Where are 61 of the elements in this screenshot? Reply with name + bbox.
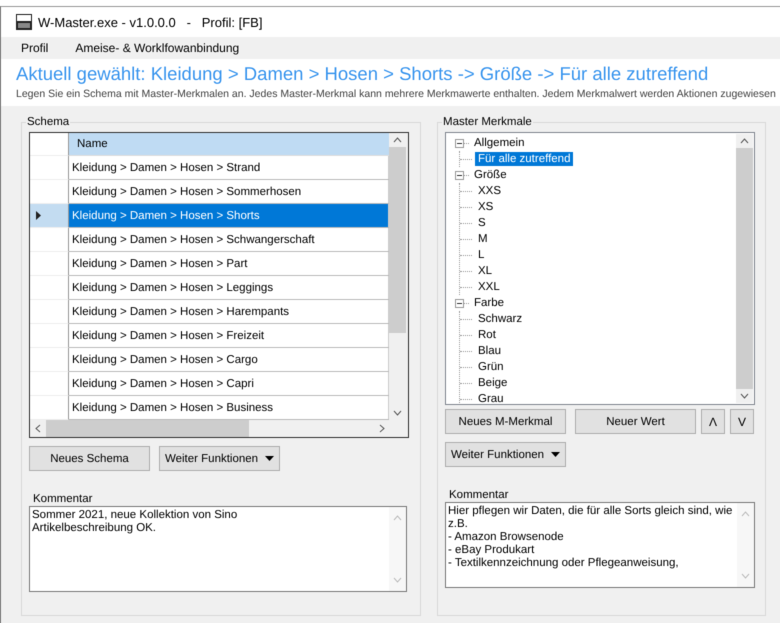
action-button[interactable]: Weiter Funktionen — [159, 446, 280, 471]
row-header-cell[interactable] — [30, 228, 69, 252]
scroll-right-icon[interactable] — [379, 424, 385, 433]
corner-header-cell — [30, 133, 69, 156]
collapse-icon[interactable] — [455, 298, 464, 308]
action-button[interactable]: Weiter Funktionen — [445, 442, 566, 467]
tree-item[interactable]: Allgemein — [471, 136, 528, 150]
row-header-cell[interactable] — [30, 276, 69, 300]
tree-item[interactable]: XL — [475, 264, 496, 278]
scroll-up-icon[interactable] — [393, 137, 402, 143]
action-button[interactable]: V — [730, 409, 754, 434]
action-button[interactable]: Λ — [701, 409, 725, 434]
row-header-cell[interactable] — [30, 324, 69, 348]
row-header-cell[interactable] — [30, 180, 69, 204]
tree-item[interactable]: Rot — [475, 328, 499, 342]
tree-item[interactable]: M — [475, 232, 491, 246]
comment-label: Kommentar — [448, 489, 510, 501]
group-title: Master Merkmale — [442, 116, 533, 128]
current-selection-heading: Aktuell gewählt: Kleidung > Damen > Hosen > Shorts -> Größe -> Für alle zutreffend — [1, 59, 780, 86]
current-row-icon — [36, 211, 41, 220]
menu-item[interactable]: Profil — [8, 41, 62, 55]
tree-item[interactable]: Grau — [475, 392, 507, 404]
row-header-cell[interactable] — [30, 372, 69, 396]
window-title: W-Master.exe - v1.0.0.0 - Profil: [FB] — [38, 14, 262, 30]
row-header-cell[interactable] — [30, 252, 69, 276]
action-button[interactable]: Neues M-Merkmal — [445, 409, 566, 434]
tree-item[interactable]: S — [475, 216, 489, 230]
description-text: Legen Sie ein Schema mit Master-Merkmalen an. Jedes Master-Merkmal kann mehrere Merkmawerte enthalten. Jedem Merkmalwert werden Aktionen zugewiesen — [1, 86, 780, 106]
tree-item[interactable]: Größe — [471, 168, 510, 182]
scroll-down-icon[interactable] — [740, 393, 749, 399]
vertical-scrollbar[interactable] — [736, 134, 753, 403]
tree-item[interactable]: Farbe — [471, 296, 508, 310]
menu-item[interactable]: Ameise- & Worklfowanbindung — [62, 41, 252, 55]
tree-item[interactable]: Blau — [475, 344, 504, 358]
tree-item[interactable]: XS — [475, 200, 496, 214]
group-title: Schema — [26, 116, 70, 128]
collapse-icon[interactable] — [455, 170, 464, 180]
tree-item[interactable]: Beige — [475, 376, 510, 390]
collapse-icon[interactable] — [455, 138, 464, 148]
action-button[interactable]: Neuer Wert — [575, 409, 696, 434]
comment-label: Kommentar — [32, 493, 94, 505]
app-icon — [16, 14, 32, 30]
row-header-cell[interactable] — [30, 204, 69, 228]
row-header-cell[interactable] — [30, 396, 69, 420]
scroll-up-icon[interactable] — [740, 138, 749, 144]
row-header-cell[interactable] — [30, 300, 69, 324]
tree-item[interactable]: Für alle zutreffend — [475, 152, 574, 166]
table-cell[interactable]: Kleidung > Damen > Hosen > Shorts — [69, 204, 389, 227]
action-button[interactable]: Neues Schema — [29, 446, 150, 471]
tree-item[interactable]: Grün — [475, 360, 507, 374]
row-header-cell[interactable] — [30, 348, 69, 372]
caret-icon — [551, 452, 560, 457]
row-header-cell[interactable] — [30, 156, 69, 180]
tree-item[interactable]: XXL — [475, 280, 503, 294]
tree-item[interactable]: Schwarz — [475, 312, 526, 326]
tree-item[interactable]: XXS — [475, 184, 504, 198]
caret-icon — [265, 456, 274, 461]
scroll-left-icon[interactable] — [35, 424, 41, 433]
tree-item[interactable]: L — [475, 248, 488, 262]
scroll-down-icon[interactable] — [393, 410, 402, 416]
column-header[interactable]: Name — [69, 133, 389, 155]
